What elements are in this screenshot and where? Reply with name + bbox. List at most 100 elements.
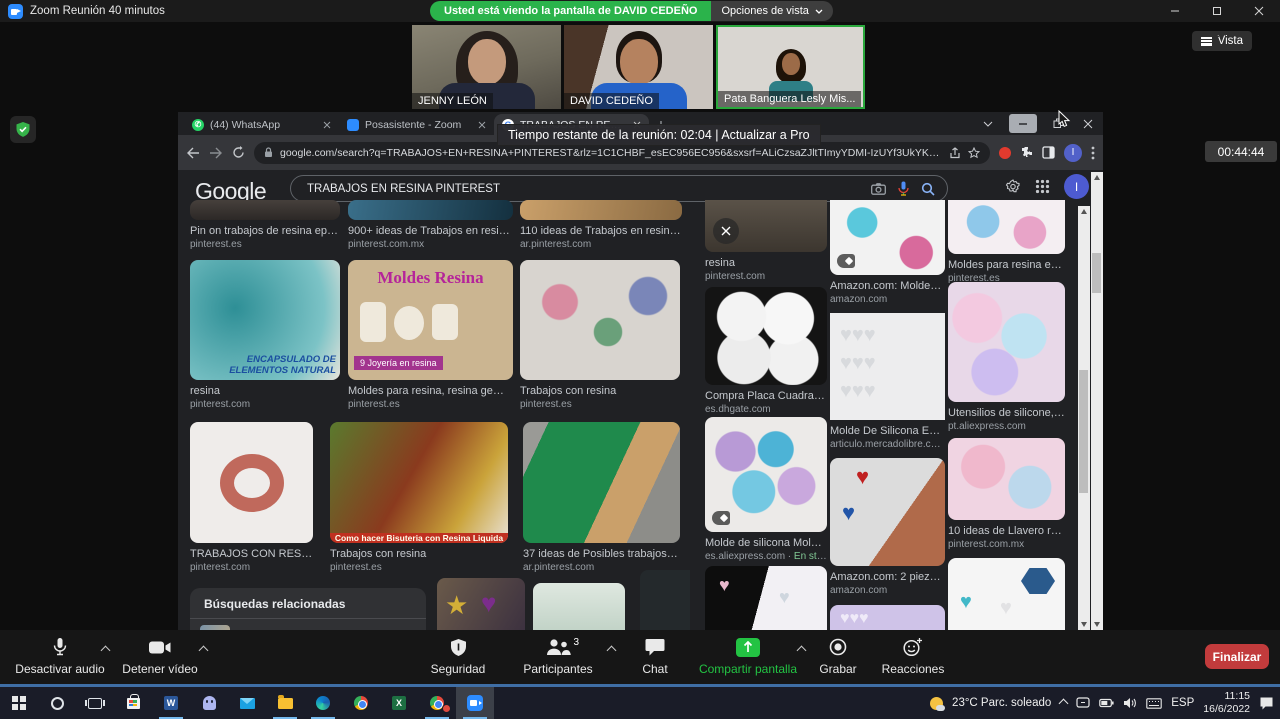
tab-close-icon[interactable] [323, 121, 331, 129]
result-title[interactable]: 900+ ideas de Trabajos en resin... [348, 225, 513, 237]
search-query-text[interactable]: TRABAJOS EN RESINA PINTEREST [307, 183, 859, 195]
result-thumbnail[interactable] [948, 438, 1065, 520]
result-thumbnail[interactable]: ♥ ♥ [705, 566, 827, 630]
vista-button[interactable]: Vista [1192, 31, 1252, 51]
result-title[interactable]: resina [705, 257, 827, 269]
result-title[interactable]: Pin on trabajos de resina epoxica [190, 225, 340, 237]
scroll-down-icon[interactable] [1094, 622, 1100, 627]
display-sync-icon[interactable] [1076, 697, 1090, 709]
tab-zoom[interactable]: Posasistente - Zoom [339, 114, 494, 135]
hidden-icons-caret[interactable] [1059, 698, 1069, 708]
result-title[interactable]: 37 ideas de Posibles trabajos en epoxi..… [523, 548, 680, 560]
extension-red-icon[interactable] [999, 147, 1011, 159]
zoom-close-button[interactable] [1238, 0, 1280, 22]
participants-button[interactable]: 3 Participantes [512, 635, 604, 676]
speaker-icon[interactable] [1123, 697, 1137, 709]
result-thumbnail[interactable] [705, 417, 827, 532]
result-thumbnail[interactable] [533, 583, 625, 630]
result-title[interactable]: Amazon.com: 2 piezas en f... [830, 571, 945, 583]
result-thumbnail[interactable] [520, 260, 680, 380]
result-title[interactable]: resina [190, 385, 340, 397]
result-thumbnail[interactable]: ★ ♥ [437, 578, 525, 630]
weather-text[interactable]: 23°C Parc. soleado [952, 697, 1051, 709]
result-thumbnail[interactable]: ♥ ♥ [830, 458, 945, 566]
scroll-up-icon[interactable] [1081, 209, 1087, 214]
result-thumbnail[interactable]: ENCAPSULADO DE ELEMENTOS NATURAL [190, 260, 340, 380]
result-thumbnail[interactable] [520, 200, 682, 220]
participant-video[interactable]: DAVID CEDEÑO [564, 25, 713, 109]
result-title[interactable]: Trabajos con resina [520, 385, 680, 397]
result-thumbnail[interactable] [190, 422, 313, 543]
browser-close-button[interactable] [1073, 112, 1103, 135]
share-page-icon[interactable] [949, 147, 961, 159]
result-thumbnail[interactable] [830, 200, 945, 275]
taskbar-item-app[interactable] [190, 687, 228, 719]
task-view-button[interactable] [76, 687, 114, 719]
taskbar-item-edge[interactable] [304, 687, 342, 719]
browser-minimize-button[interactable] [1009, 114, 1037, 133]
browser-profile-avatar[interactable]: I [1064, 144, 1082, 162]
taskbar-item-zoom[interactable] [456, 687, 494, 719]
result-title[interactable]: 110 ideas de Trabajos en resina | resina… [520, 225, 682, 237]
taskbar-clock[interactable]: 11:15 16/6/2022 [1203, 690, 1250, 716]
tab-whatsapp[interactable]: ✆ (44) WhatsApp [184, 114, 339, 135]
reactions-button[interactable]: Reacciones [878, 635, 948, 676]
taskbar-item-excel[interactable]: X [380, 687, 418, 719]
stop-video-button[interactable]: Detener vídeo [112, 635, 208, 676]
settings-gear-icon[interactable] [1005, 179, 1021, 195]
taskbar-item-word[interactable]: W [152, 687, 190, 719]
result-title[interactable]: Utensilios de silicone, mold... [948, 407, 1065, 419]
result-thumbnail[interactable] [948, 200, 1065, 254]
taskbar-item-store[interactable] [114, 687, 152, 719]
zoom-minimize-button[interactable] [1154, 0, 1196, 22]
security-shield-tray-icon[interactable] [10, 116, 36, 143]
google-account-avatar[interactable]: I [1064, 174, 1089, 199]
language-indicator[interactable]: ESP [1171, 697, 1194, 709]
result-thumbnail[interactable] [705, 200, 827, 252]
audio-options-caret[interactable] [101, 646, 111, 656]
result-thumbnail[interactable]: Como hacer Bisuteria con Resina Liquida [330, 422, 508, 543]
view-options-button[interactable]: Opciones de vista [711, 1, 832, 21]
result-title[interactable]: Trabajos con resina [330, 548, 508, 560]
result-thumbnail[interactable] [948, 282, 1065, 402]
start-button[interactable] [0, 687, 38, 719]
result-title[interactable]: TRABAJOS CON RESINA [190, 548, 313, 560]
result-title[interactable]: Compra Placa Cuadrada De... [705, 390, 827, 402]
voice-search-icon[interactable] [898, 181, 909, 196]
result-title[interactable]: 10 ideas de Llavero resina |... [948, 525, 1065, 537]
panel-scrollbar[interactable] [1078, 206, 1090, 630]
zoom-maximize-button[interactable] [1196, 0, 1238, 22]
battery-icon[interactable] [1099, 698, 1114, 708]
result-thumbnail[interactable] [523, 422, 680, 543]
record-button[interactable]: Grabar [812, 635, 864, 676]
result-thumbnail[interactable]: ♥ ♥ [948, 558, 1065, 630]
result-thumbnail[interactable]: Moldes Resina 9 Joyería en resina [348, 260, 513, 380]
end-meeting-button[interactable]: Finalizar [1205, 644, 1269, 669]
related-search-item[interactable]: cuadros trabajos con resina epoxica [190, 619, 426, 630]
result-thumbnail[interactable] [348, 200, 513, 220]
close-panel-icon[interactable] [713, 218, 739, 244]
result-title[interactable]: Molde de silicona Moldes d... [705, 537, 827, 549]
page-scrollbar[interactable] [1091, 172, 1103, 630]
security-button[interactable]: Seguridad [423, 635, 493, 676]
scroll-down-icon[interactable] [1081, 622, 1087, 627]
participant-video-active-speaker[interactable]: Pata Banguera Lesly Mis... [716, 25, 865, 109]
forward-icon[interactable] [209, 147, 223, 159]
google-apps-grid-icon[interactable] [1035, 179, 1050, 194]
touch-keyboard-icon[interactable] [1146, 698, 1162, 709]
taskbar-item-chrome-profile[interactable] [418, 687, 456, 719]
reload-icon[interactable] [232, 146, 245, 159]
chat-button[interactable]: Chat [630, 635, 680, 676]
taskbar-item-chrome[interactable] [342, 687, 380, 719]
participants-options-caret[interactable] [607, 646, 617, 656]
result-title[interactable]: Molde De Silicona Epoxi Re... [830, 425, 945, 437]
bookmark-star-icon[interactable] [968, 147, 980, 159]
result-title[interactable]: Amazon.com: Moldes para ... [830, 280, 945, 292]
result-thumbnail[interactable]: ♥♥♥ [830, 605, 945, 630]
share-options-caret[interactable] [797, 646, 807, 656]
tab-close-icon[interactable] [478, 121, 486, 129]
taskbar-item-mail[interactable] [228, 687, 266, 719]
participant-video[interactable]: JENNY LEÓN [412, 25, 561, 109]
action-center-icon[interactable] [1259, 696, 1274, 710]
cortana-button[interactable] [38, 687, 76, 719]
